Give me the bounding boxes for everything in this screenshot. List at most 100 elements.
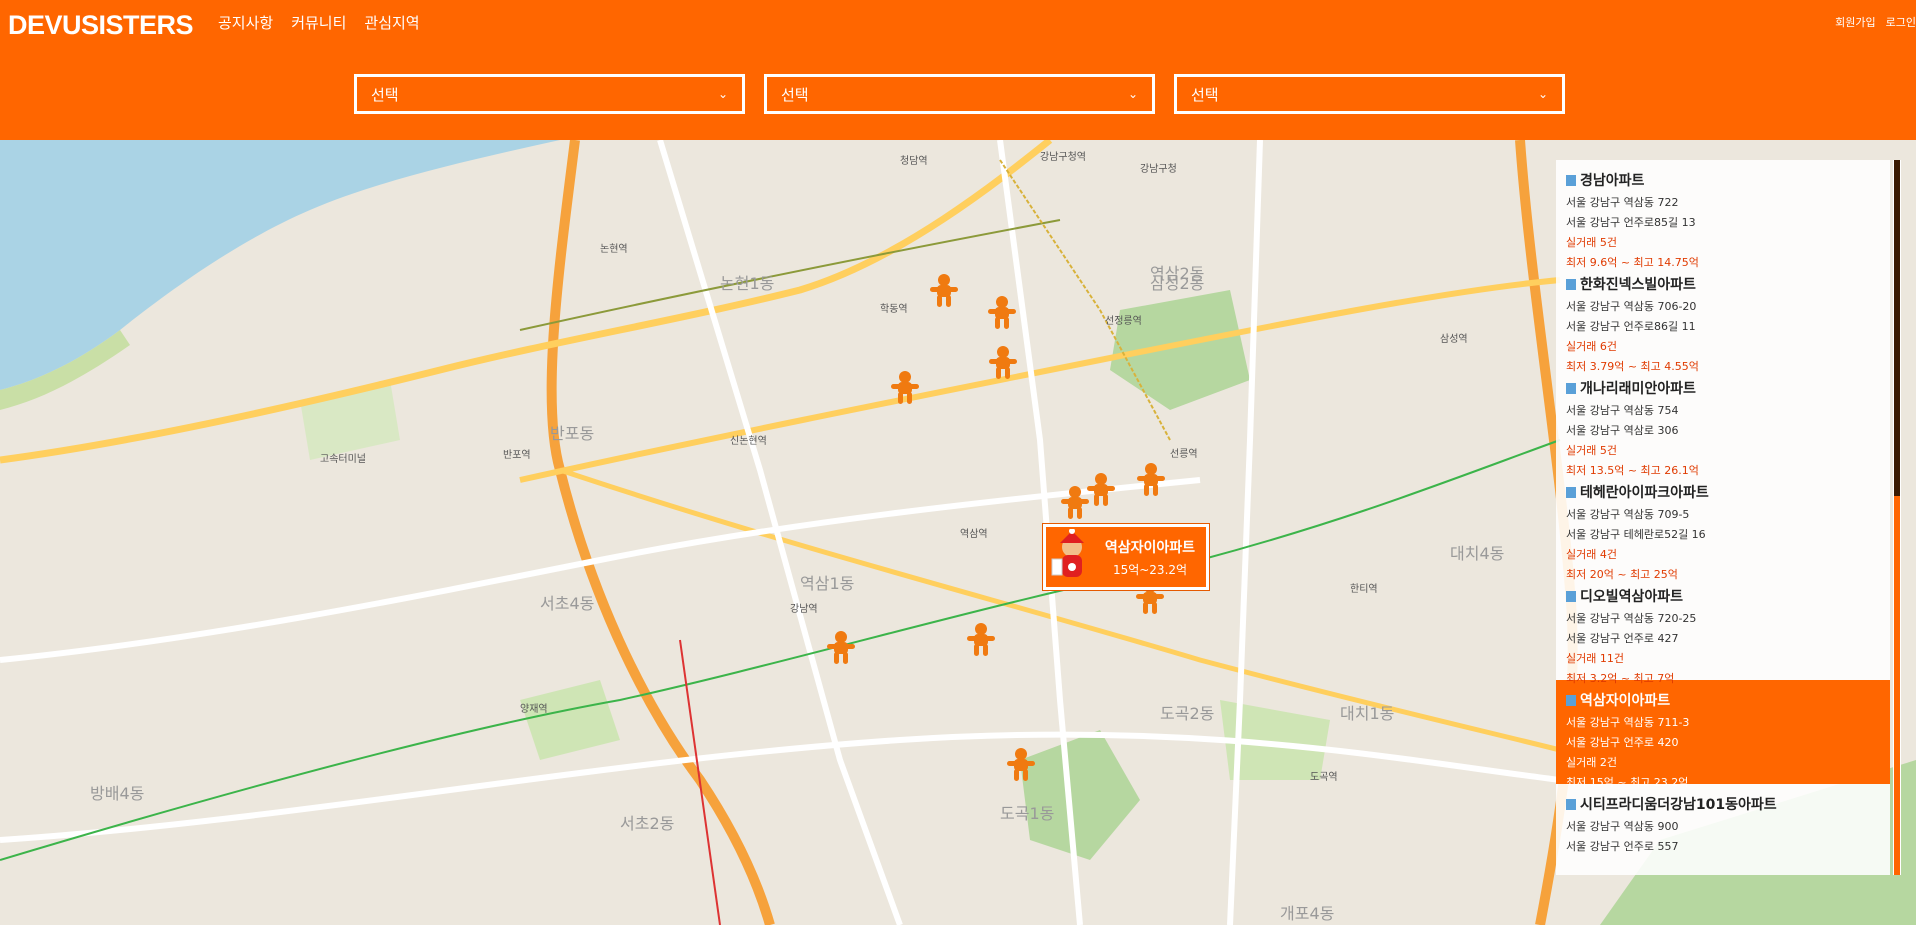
popup-apartment-name: 역삼자이아파트: [1104, 539, 1196, 556]
apartment-road-address: 서울 강남구 역삼로 306: [1566, 424, 1679, 437]
gingerbread-icon[interactable]: [929, 273, 959, 309]
gingerbread-icon[interactable]: [1006, 747, 1036, 783]
map-label: 한티역: [1350, 584, 1378, 595]
apartment-lot-address: 서울 강남구 역삼동 720-25: [1566, 612, 1697, 625]
gingerbread-icon[interactable]: [890, 370, 920, 406]
map-label: 강남구청역: [1040, 152, 1086, 163]
apartment-deal-count: 실거래 11건: [1566, 652, 1624, 665]
apartment-deal-count: 실거래 5건: [1566, 236, 1617, 249]
gingerbread-icon[interactable]: [987, 295, 1017, 331]
map-label: 양재역: [520, 704, 548, 715]
building-icon: [1566, 590, 1576, 602]
apartment-road-address: 서울 강남구 언주로 427: [1566, 632, 1679, 645]
apartment-list-item[interactable]: 개나리래미안아파트 서울 강남구 역삼동 754 서울 강남구 역삼로 306 …: [1556, 368, 1890, 477]
map-label: 논현역: [600, 244, 628, 255]
list-scrollbar[interactable]: [1893, 160, 1901, 875]
gingerbread-santa-icon: [1051, 529, 1084, 577]
apartment-list-item[interactable]: 디오빌역삼아파트 서울 강남구 역삼동 720-25 서울 강남구 언주로 42…: [1556, 576, 1890, 685]
apartment-deal-count: 실거래 5건: [1566, 444, 1617, 457]
gingerbread-icon[interactable]: [988, 345, 1018, 381]
apartment-list-item[interactable]: 테헤란아이파크아파트 서울 강남구 역삼동 709-5 서울 강남구 테헤란로5…: [1556, 472, 1890, 581]
nav-community[interactable]: 커뮤니티: [291, 12, 346, 33]
scrollbar-track: [1894, 496, 1900, 875]
map-label: 신논현역: [730, 436, 767, 447]
map-label: 삼성역: [1440, 334, 1468, 345]
building-icon: [1566, 382, 1576, 394]
gingerbread-icon[interactable]: [1060, 485, 1090, 521]
apartment-road-address: 서울 강남구 언주로86길 11: [1566, 320, 1696, 333]
map-label: 반포역: [503, 450, 531, 461]
map-label: 대치1동: [1340, 704, 1395, 723]
apartment-lot-address: 서울 강남구 역삼동 711-3: [1566, 716, 1690, 729]
map-label: 도곡1동: [1000, 804, 1055, 823]
city-select[interactable]: 선택 ⌄: [354, 74, 745, 114]
apartment-lot-address: 서울 강남구 역삼동 706-20: [1566, 300, 1697, 313]
map-label: 학동역: [880, 304, 908, 315]
apartment-name: 디오빌역삼아파트: [1580, 589, 1684, 605]
apartment-deal-count: 실거래 4건: [1566, 548, 1617, 561]
map-label: 선정릉역: [1105, 316, 1142, 327]
top-header: DEVUSISTERS 공지사항 커뮤니티 관심지역 회원가입 로그인 선택 ⌄ …: [0, 0, 1916, 140]
apartment-lot-address: 서울 강남구 역삼동 709-5: [1566, 508, 1690, 521]
chevron-down-icon: ⌄: [1127, 87, 1138, 101]
dong-select-value: 선택: [1191, 85, 1219, 104]
apartment-name: 한화진넥스빌아파트: [1580, 277, 1696, 293]
gingerbread-icon[interactable]: [966, 622, 996, 658]
apartment-list-item-selected[interactable]: 역삼자이아파트 서울 강남구 역삼동 711-3 서울 강남구 언주로 420 …: [1556, 680, 1890, 789]
dong-select[interactable]: 선택 ⌄: [1174, 74, 1565, 114]
building-icon: [1566, 486, 1576, 498]
logo[interactable]: DEVUSISTERS: [8, 10, 194, 41]
apartment-name: 경남아파트: [1580, 173, 1645, 189]
apartment-deal-count: 실거래 6건: [1566, 340, 1617, 353]
map-label: 강남구청: [1140, 164, 1177, 175]
nav-interest-region[interactable]: 관심지역: [364, 12, 419, 33]
apartment-list[interactable]: 경남아파트 서울 강남구 역삼동 722 서울 강남구 언주로85길 13 실거…: [1556, 160, 1890, 875]
apartment-list-item[interactable]: 경남아파트 서울 강남구 역삼동 722 서울 강남구 언주로85길 13 실거…: [1556, 160, 1890, 269]
popup-price-range: 15억~23.2억: [1112, 562, 1188, 577]
map-label: 역삼역: [960, 529, 988, 540]
map-label: 대치4동: [1450, 544, 1505, 563]
map-label: 도곡역: [1310, 772, 1338, 783]
building-icon: [1566, 798, 1576, 810]
nav-notice[interactable]: 공지사항: [218, 12, 273, 33]
login-link[interactable]: 로그인: [1886, 14, 1916, 30]
scrollbar-thumb[interactable]: [1894, 160, 1900, 496]
map-label: 고속터미널: [320, 454, 366, 465]
district-select-value: 선택: [781, 85, 809, 104]
map-label: 논현1동: [720, 274, 775, 293]
map-label: 반포동: [550, 424, 595, 443]
apartment-name: 시티프라디움더강남101동아파트: [1580, 797, 1777, 813]
building-icon: [1566, 694, 1576, 706]
apartment-name: 역삼자이아파트: [1580, 693, 1671, 709]
apartment-name: 개나리래미안아파트: [1580, 381, 1696, 397]
apartment-list-item[interactable]: 시티프라디움더강남101동아파트 서울 강남구 역삼동 900 서울 강남구 언…: [1556, 784, 1890, 875]
apartment-lot-address: 서울 강남구 역삼동 900: [1566, 820, 1679, 833]
map-label: 삼성2동: [1150, 274, 1205, 293]
gingerbread-icon[interactable]: [826, 630, 856, 666]
map-label: 역삼1동: [800, 574, 855, 593]
building-icon: [1566, 278, 1576, 290]
chevron-down-icon: ⌄: [717, 87, 728, 101]
district-select[interactable]: 선택 ⌄: [764, 74, 1155, 114]
map-label: 강남역: [790, 604, 818, 615]
apartment-road-address: 서울 강남구 언주로 557: [1566, 840, 1679, 853]
map-label: 도곡2동: [1160, 704, 1215, 723]
selected-apartment-popup[interactable]: 역삼자이아파트 15억~23.2억: [1043, 524, 1209, 590]
apartment-lot-address: 서울 강남구 역삼동 722: [1566, 196, 1679, 209]
apartment-deal-count: 실거래 2건: [1566, 756, 1617, 769]
apartment-road-address: 서울 강남구 테헤란로52길 16: [1566, 528, 1706, 541]
auth-links: 회원가입 로그인: [1835, 14, 1916, 30]
apartment-list-item[interactable]: 한화진넥스빌아파트 서울 강남구 역삼동 706-20 서울 강남구 언주로86…: [1556, 264, 1890, 373]
apartment-lot-address: 서울 강남구 역삼동 754: [1566, 404, 1679, 417]
signup-link[interactable]: 회원가입: [1835, 14, 1875, 30]
apartment-name: 테헤란아이파크아파트: [1580, 485, 1709, 501]
map-label: 방배4동: [90, 784, 145, 803]
main-nav: 공지사항 커뮤니티 관심지역: [218, 12, 420, 33]
gingerbread-icon[interactable]: [1136, 462, 1166, 498]
chevron-down-icon: ⌄: [1537, 87, 1548, 101]
apartment-road-address: 서울 강남구 언주로 420: [1566, 736, 1679, 749]
map-label: 서초2동: [620, 814, 675, 833]
region-selects: 선택 ⌄ 선택 ⌄ 선택 ⌄: [354, 74, 1565, 114]
gingerbread-icon[interactable]: [1086, 472, 1116, 508]
building-icon: [1566, 174, 1576, 186]
